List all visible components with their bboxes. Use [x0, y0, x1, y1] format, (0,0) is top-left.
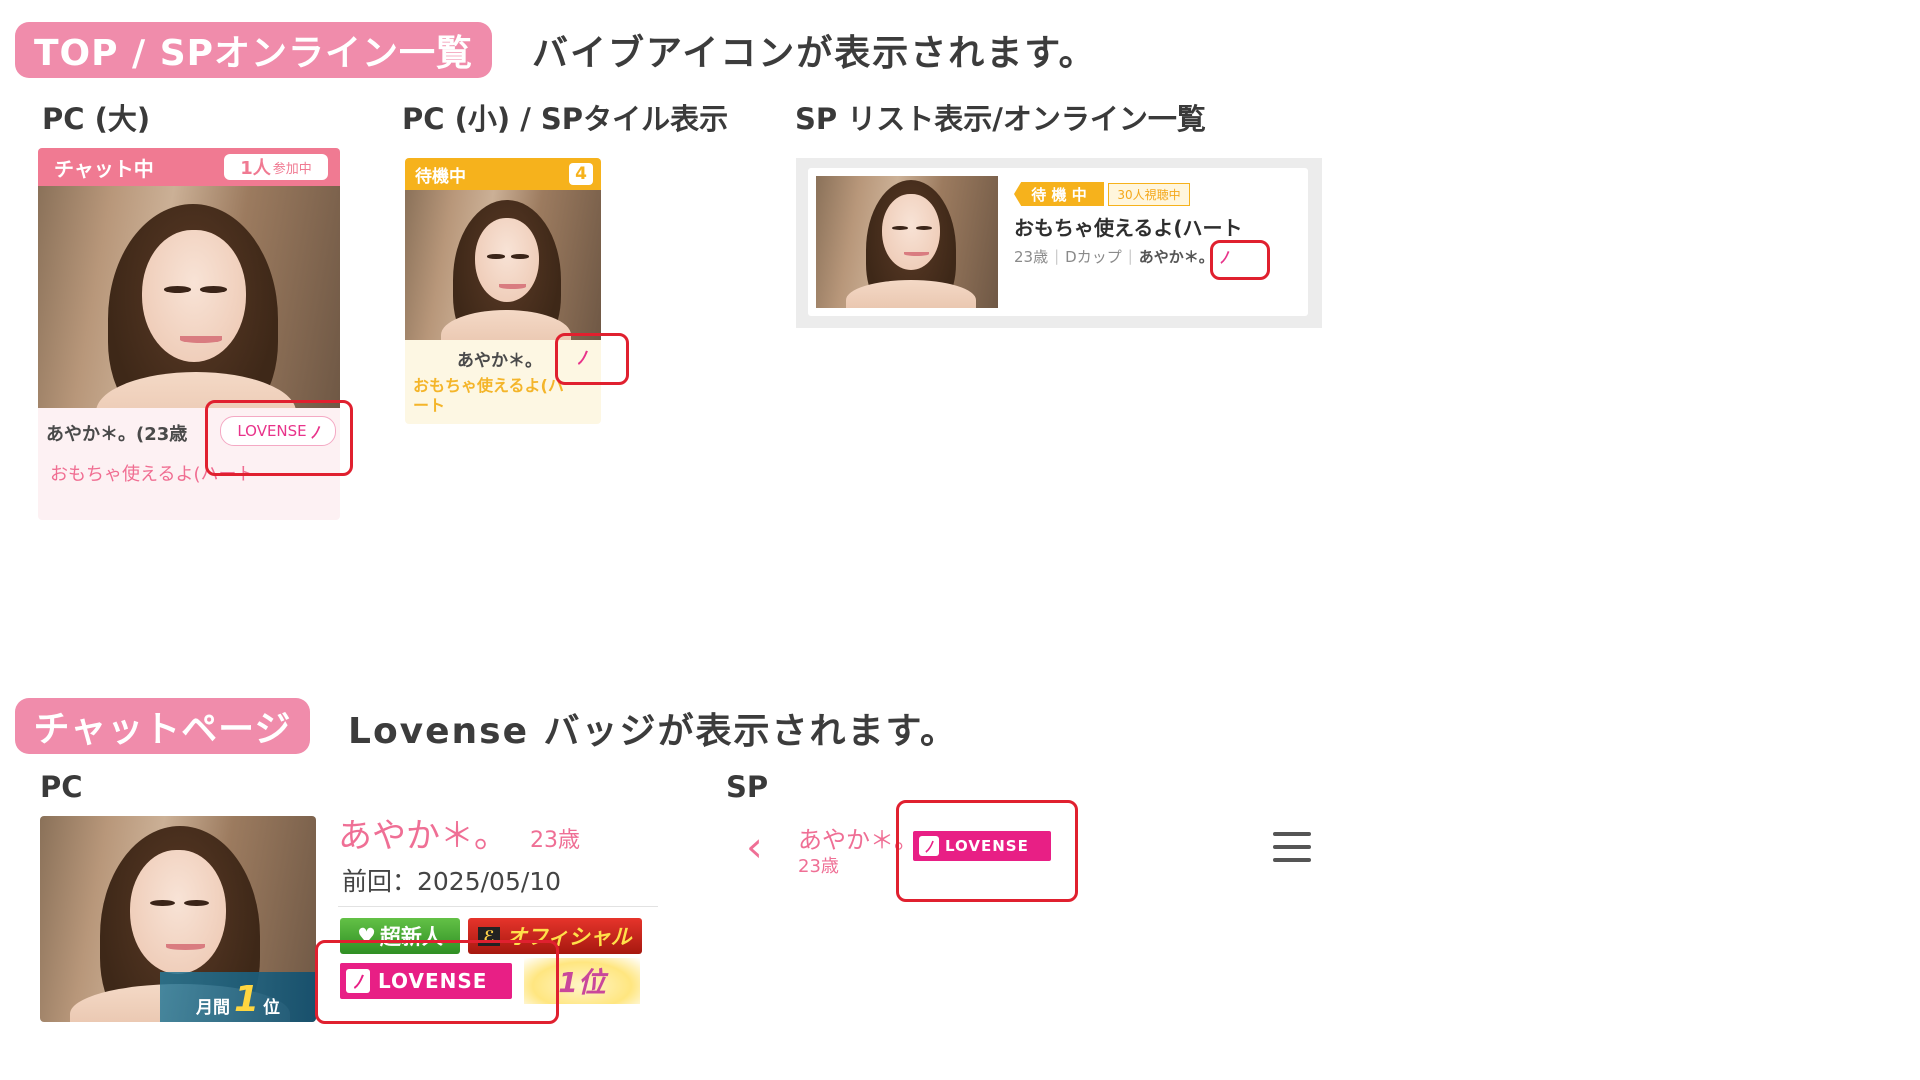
status-ribbon-waiting: 待 機 中: [1014, 182, 1104, 206]
performer-photo: [816, 176, 998, 308]
column-title-sp-list: SP リスト表示/オンライン一覧: [795, 102, 1206, 136]
highlight-vibe-pc-small: [555, 333, 629, 385]
performer-name: あやか＊。: [1138, 247, 1214, 266]
monthly-rank-banner: 月間 1 位: [160, 972, 316, 1022]
section-tag-top: TOP / SPオンライン一覧: [15, 22, 492, 78]
monthly-rank-number: 1: [233, 979, 260, 1020]
hamburger-menu-icon[interactable]: [1273, 832, 1311, 862]
highlight-lovense-chat-sp: [896, 800, 1078, 902]
performer-meta: 23歳 | Dカップ | あやか＊。 ﾉ: [1014, 244, 1228, 268]
participant-count: 1人: [240, 158, 271, 179]
performer-photo: [405, 190, 601, 340]
viewers-badge: 30人視聴中: [1108, 183, 1190, 206]
highlight-lovense-chat-pc: [315, 940, 559, 1024]
meta-divider: |: [1054, 247, 1060, 265]
count-badge: 4: [569, 163, 593, 185]
status-label: 待 機 中: [1031, 185, 1087, 204]
status-label: 待機中: [415, 167, 466, 187]
status-label: チャット中: [54, 157, 154, 181]
section-description-chat: Lovense バッジが表示されます。: [348, 711, 958, 752]
chat-performer-age: 23歳: [530, 828, 580, 853]
meta-divider: |: [1127, 247, 1133, 265]
chevron-left-icon[interactable]: ‹: [746, 826, 763, 868]
performer-photo: [38, 186, 340, 408]
performer-cup: Dカップ: [1065, 247, 1122, 266]
performer-age: 23歳: [1014, 247, 1049, 266]
section-tag-chat: チャットページ: [15, 698, 310, 754]
performer-name: あやか＊。(23歳: [46, 424, 188, 445]
highlight-vibe-sp-list: [1210, 240, 1270, 280]
participant-badge: 1人 参加中: [224, 154, 328, 180]
badge-rank-label: 1位: [558, 966, 606, 999]
column-title-chat-pc: PC: [40, 770, 83, 804]
performer-comment: おもちゃ使えるよ(ハート: [1014, 216, 1243, 240]
column-title-pc-large: PC (大): [42, 102, 151, 136]
monthly-rank-suffix: 位: [263, 998, 281, 1018]
highlight-lovense-pc-large: [205, 400, 353, 476]
last-login: 前回：2025/05/10: [342, 867, 562, 896]
chat-performer-name: あやか＊。: [338, 816, 508, 856]
column-title-pc-small: PC (小) / SPタイル表示: [402, 102, 729, 136]
chat-performer-photo: 月間 1 位: [40, 816, 316, 1022]
monthly-rank-prefix: 月間: [195, 998, 230, 1018]
chat-sp-performer-age: 23歳: [798, 856, 839, 877]
section-description-top: バイブアイコンが表示されます。: [532, 33, 1097, 74]
performer-name: あやか＊。: [457, 351, 542, 371]
participant-suffix: 参加中: [272, 161, 312, 177]
status-bar-waiting: 待機中 4: [405, 158, 601, 190]
divider: [338, 906, 658, 907]
status-bar-chat: チャット中 1人 参加中: [38, 148, 340, 186]
column-title-chat-sp: SP: [726, 770, 769, 804]
